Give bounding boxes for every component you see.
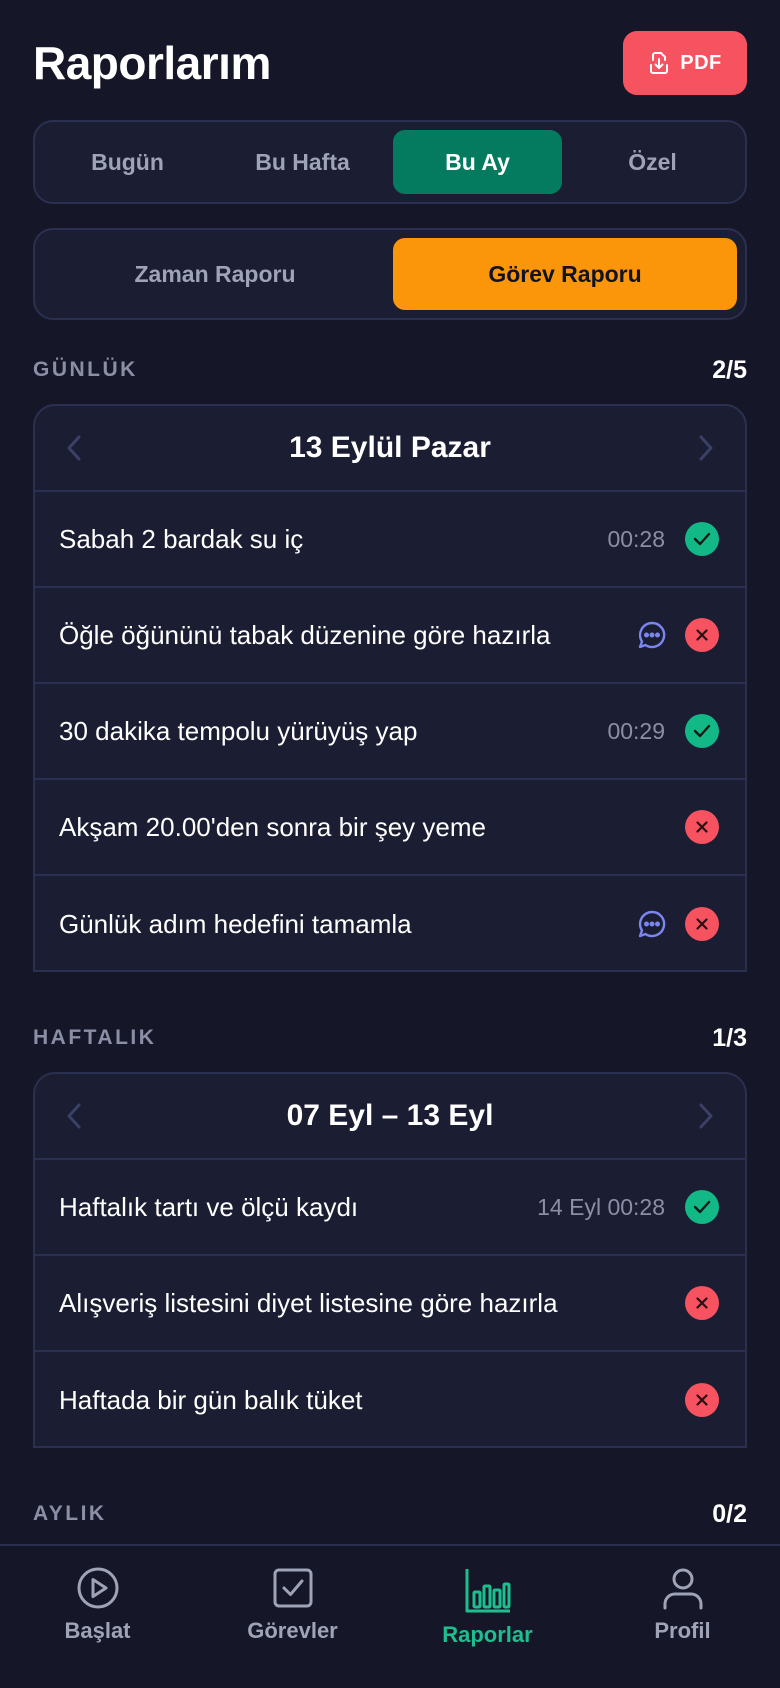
bar-chart-icon — [465, 1569, 510, 1613]
nav-start[interactable]: Başlat — [0, 1546, 195, 1688]
nav-label: Görevler — [247, 1618, 338, 1643]
check-icon — [685, 522, 719, 556]
section-count: 2/5 — [712, 355, 747, 384]
nav-label: Başlat — [64, 1618, 131, 1643]
tab-time-report[interactable]: Zaman Raporu — [43, 238, 387, 310]
task-time: 00:28 — [607, 525, 665, 552]
nav-reports[interactable]: Raporlar — [390, 1546, 585, 1688]
download-icon — [650, 52, 669, 74]
section-count: 0/2 — [712, 1499, 747, 1528]
section-title: AYLIK — [33, 1502, 107, 1525]
task-row[interactable]: Öğle öğününü tabak düzenine göre hazırla — [35, 588, 745, 684]
task-row[interactable]: Akşam 20.00'den sonra bir şey yeme — [35, 780, 745, 876]
daily-section-header: GÜNLÜK 2/5 — [33, 352, 747, 388]
x-icon — [685, 618, 719, 652]
date-label: 07 Eyl – 13 Eyl — [286, 1099, 494, 1132]
user-icon — [663, 1568, 702, 1610]
section-count: 1/3 — [712, 1023, 747, 1052]
next-chevron-icon[interactable] — [691, 1101, 721, 1131]
period-selector: Bugün Bu Hafta Bu Ay Özel — [33, 120, 747, 204]
pdf-button-label: PDF — [680, 51, 722, 74]
comment-icon[interactable] — [637, 620, 667, 650]
task-row[interactable]: Haftada bir gün balık tüket — [35, 1352, 745, 1446]
check-icon — [685, 1190, 719, 1224]
pdf-export-button[interactable]: PDF — [623, 31, 747, 95]
reports-screen: Raporlarım PDF Bugün Bu Hafta Bu Ay Özel… — [0, 0, 780, 1688]
header: Raporlarım PDF — [33, 30, 747, 96]
tab-custom[interactable]: Özel — [568, 130, 737, 194]
task-title: Alışveriş listesini diyet listesine göre… — [59, 1287, 558, 1318]
x-icon — [685, 907, 719, 941]
task-time: 00:29 — [607, 717, 665, 744]
checkbox-icon — [273, 1568, 312, 1608]
task-title: Sabah 2 bardak su iç — [59, 523, 304, 554]
next-chevron-icon[interactable] — [691, 433, 721, 463]
tab-this-week[interactable]: Bu Hafta — [218, 130, 387, 194]
comment-icon[interactable] — [637, 909, 667, 939]
nav-label: Profil — [654, 1618, 711, 1643]
weekly-card: 07 Eyl – 13 Eyl Haftalık tartı ve ölçü k… — [33, 1072, 747, 1448]
task-title: Akşam 20.00'den sonra bir şey yeme — [59, 811, 486, 842]
task-time: 14 Eyl 00:28 — [537, 1193, 665, 1220]
nav-tasks[interactable]: Görevler — [195, 1546, 390, 1688]
task-row[interactable]: Günlük adım hedefini tamamla — [35, 876, 745, 970]
section-title: GÜNLÜK — [33, 358, 138, 381]
tab-task-report[interactable]: Görev Raporu — [393, 238, 737, 310]
x-icon — [685, 1286, 719, 1320]
task-title: 30 dakika tempolu yürüyüş yap — [59, 715, 418, 746]
date-navigator: 13 Eylül Pazar — [35, 406, 745, 492]
nav-label: Raporlar — [442, 1622, 533, 1647]
prev-chevron-icon[interactable] — [59, 433, 89, 463]
task-row[interactable]: Haftalık tartı ve ölçü kaydı 14 Eyl 00:2… — [35, 1160, 745, 1256]
play-icon — [77, 1567, 118, 1609]
task-title: Haftada bir gün balık tüket — [59, 1384, 363, 1415]
task-row[interactable]: Alışveriş listesini diyet listesine göre… — [35, 1256, 745, 1352]
date-navigator: 07 Eyl – 13 Eyl — [35, 1074, 745, 1160]
date-label: 13 Eylül Pazar — [289, 431, 491, 464]
prev-chevron-icon[interactable] — [59, 1101, 89, 1131]
tab-today[interactable]: Bugün — [43, 130, 212, 194]
task-title: Haftalık tartı ve ölçü kaydı — [59, 1191, 359, 1222]
report-type-selector: Zaman Raporu Görev Raporu — [33, 228, 747, 320]
tab-this-month[interactable]: Bu Ay — [393, 130, 562, 194]
nav-profile[interactable]: Profil — [585, 1546, 780, 1688]
page-title: Raporlarım — [33, 37, 271, 89]
task-row[interactable]: Sabah 2 bardak su iç 00:28 — [35, 492, 745, 588]
bottom-nav: Başlat Görevler Raporlar Profil — [0, 1544, 780, 1688]
check-icon — [685, 714, 719, 748]
task-row[interactable]: 30 dakika tempolu yürüyüş yap 00:29 — [35, 684, 745, 780]
x-icon — [685, 810, 719, 844]
task-title: Öğle öğününü tabak düzenine göre hazırla — [59, 619, 551, 650]
daily-card: 13 Eylül Pazar Sabah 2 bardak su iç 00:2… — [33, 404, 747, 972]
monthly-section-header: AYLIK 0/2 — [33, 1496, 747, 1532]
section-title: HAFTALIK — [33, 1026, 157, 1049]
task-title: Günlük adım hedefini tamamla — [59, 908, 412, 939]
weekly-section-header: HAFTALIK 1/3 — [33, 1020, 747, 1056]
x-icon — [685, 1383, 719, 1417]
